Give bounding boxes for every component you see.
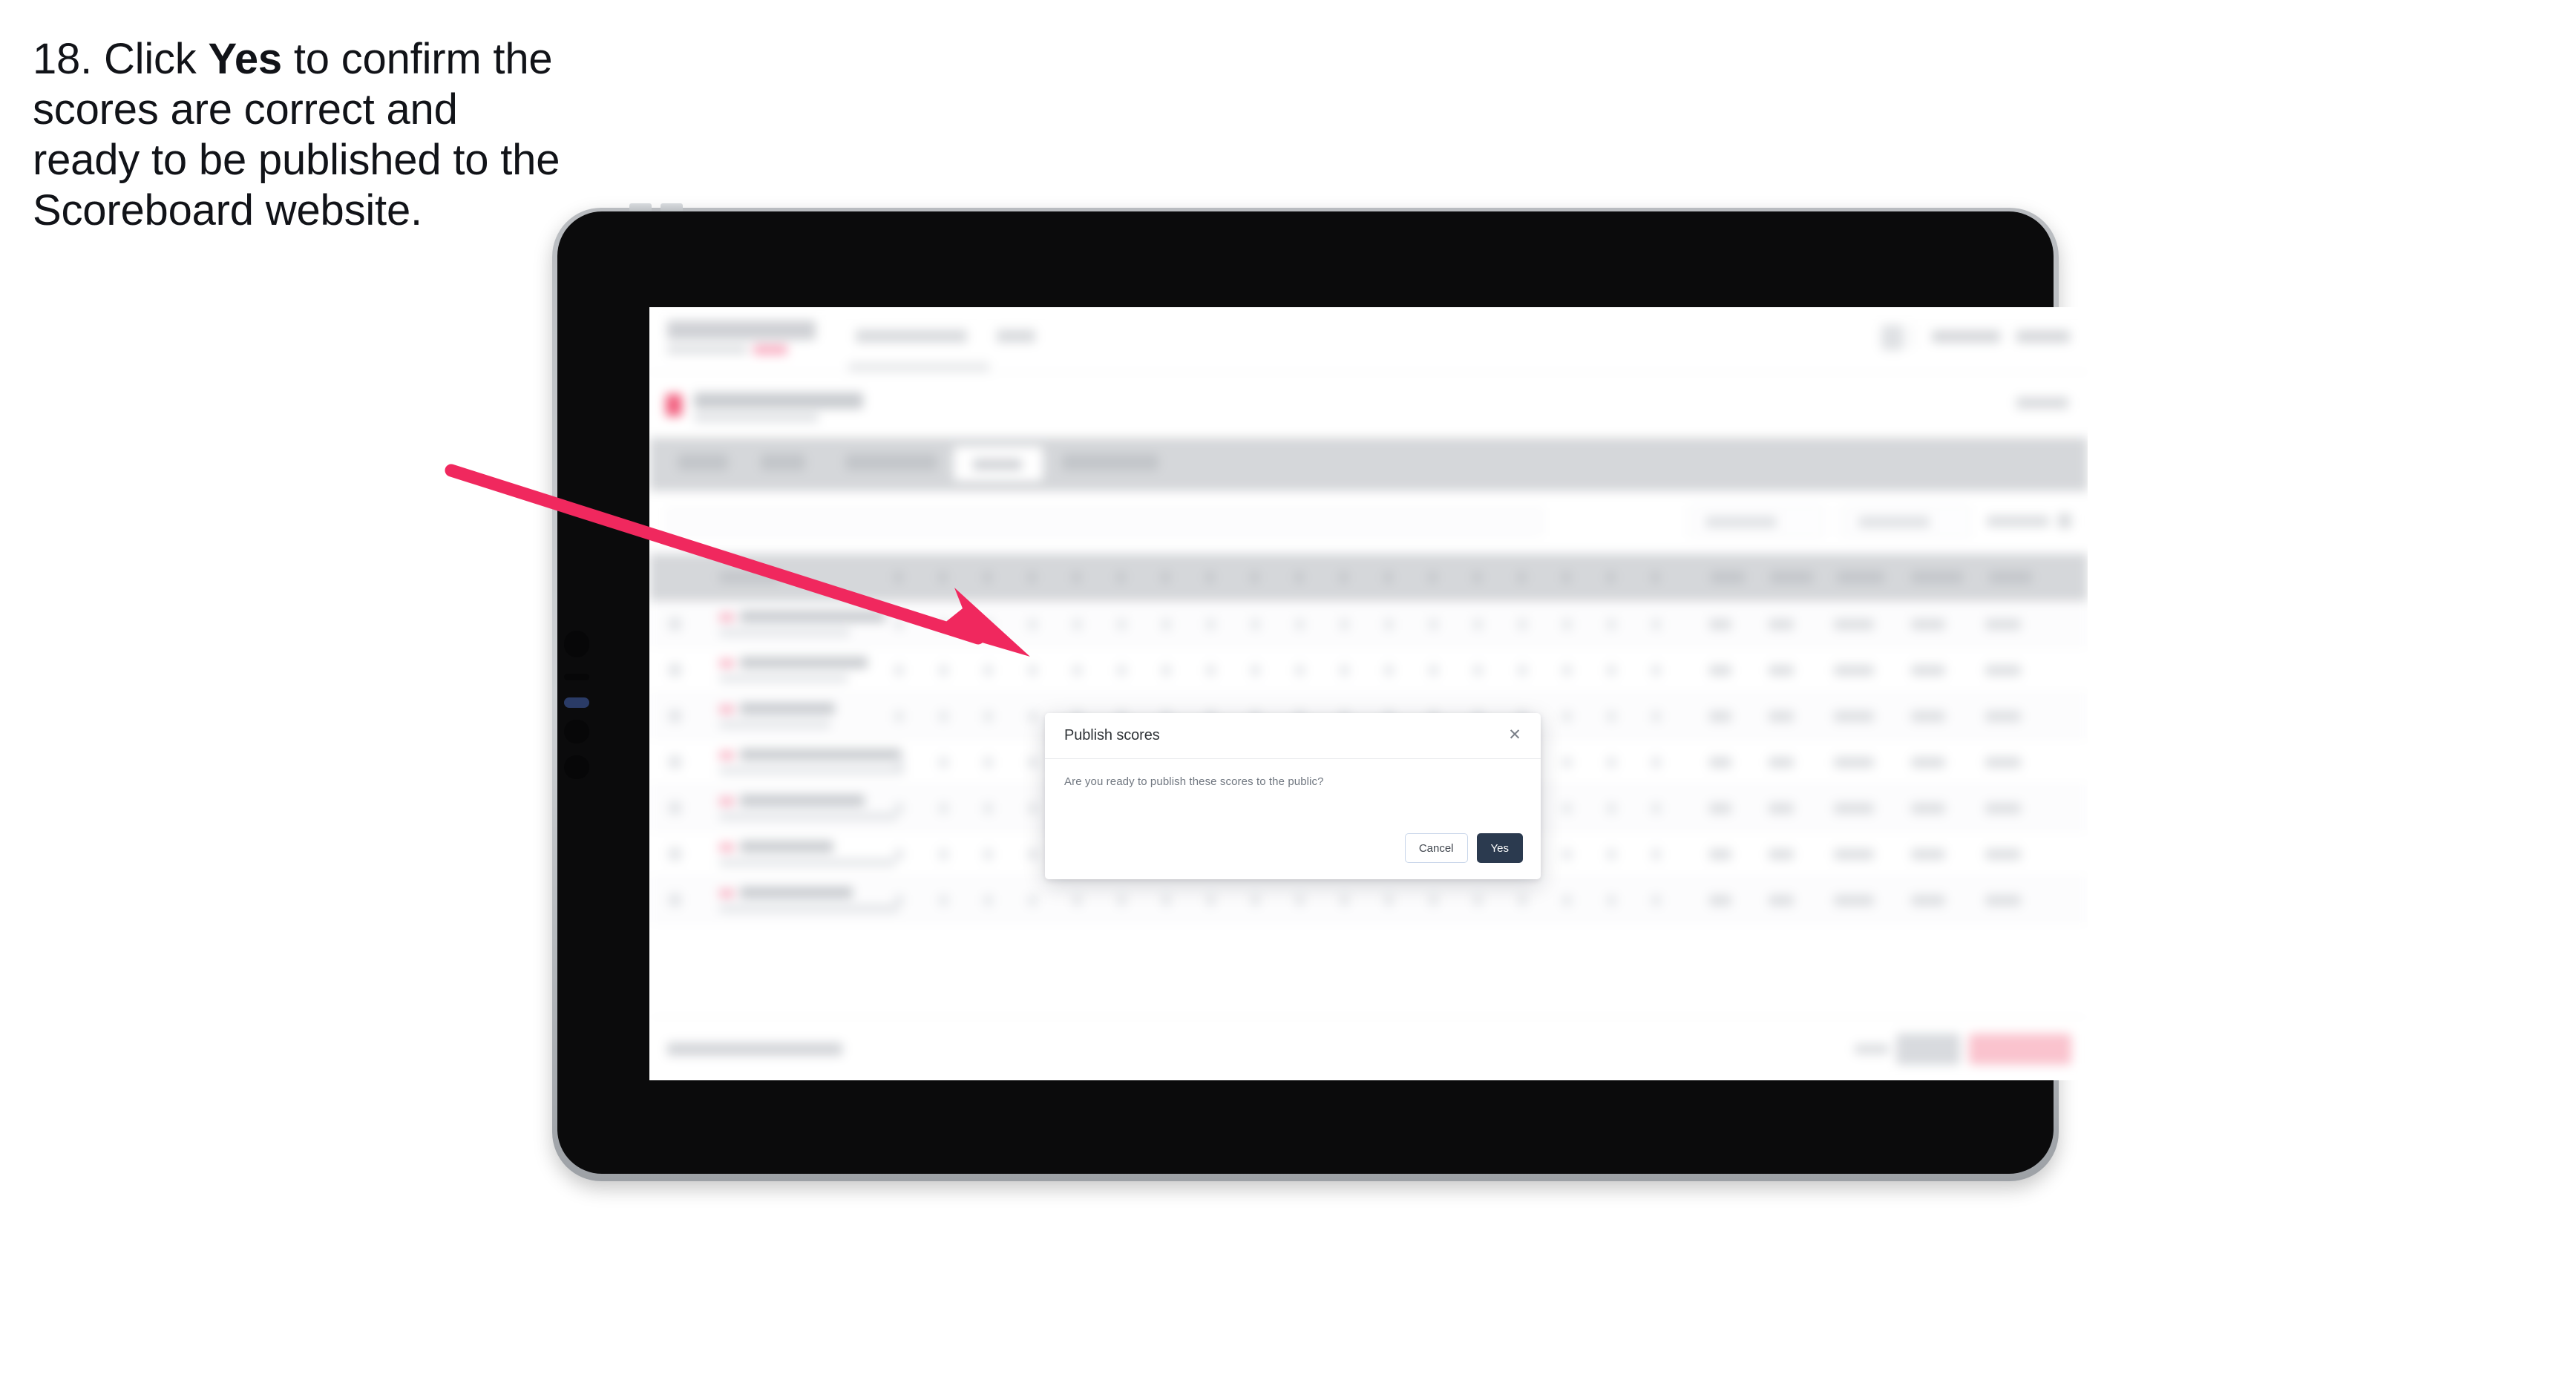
device-side-indicator: [564, 697, 589, 708]
screenshot-canvas: 18. Click Yes to confirm the scores are …: [0, 0, 2576, 1386]
confirm-yes-button[interactable]: Yes: [1476, 833, 1523, 863]
instruction-caption: 18. Click Yes to confirm the scores are …: [33, 34, 567, 235]
tablet-device: Publish scores ✕ Are you ready to publis…: [552, 203, 2088, 1181]
device-side-button-1[interactable]: [564, 631, 589, 657]
device-side-button-3[interactable]: [564, 720, 589, 743]
dialog-header: Publish scores ✕: [1045, 713, 1541, 759]
cancel-button[interactable]: Cancel: [1404, 833, 1468, 863]
device-screen: Publish scores ✕ Are you ready to publis…: [649, 307, 2088, 1080]
device-side-button-4[interactable]: [564, 755, 589, 779]
publish-scores-dialog: Publish scores ✕ Are you ready to publis…: [1045, 713, 1541, 879]
instruction-text-before: Click: [103, 35, 197, 83]
dialog-title: Publish scores: [1064, 727, 1160, 743]
instruction-step-number: 18.: [33, 35, 93, 83]
modal-overlay: Publish scores ✕ Are you ready to publis…: [649, 307, 2088, 1080]
dialog-actions: Cancel Yes: [1404, 833, 1523, 863]
instruction-emphasis-yes: Yes: [208, 35, 283, 83]
device-side-button-2[interactable]: [564, 674, 589, 680]
close-icon[interactable]: ✕: [1505, 725, 1524, 744]
dialog-message: Are you ready to publish these scores to…: [1064, 775, 1324, 788]
